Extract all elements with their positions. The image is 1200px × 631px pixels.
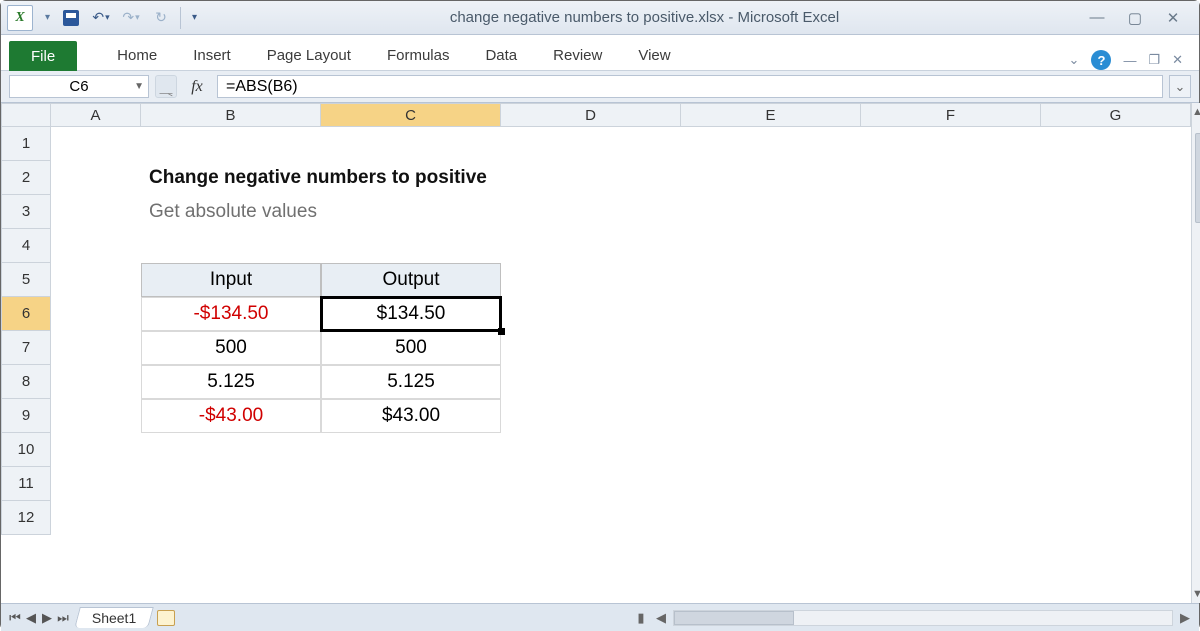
cell-subtitle[interactable]: Get absolute values bbox=[141, 195, 321, 229]
row-header-9[interactable]: 9 bbox=[1, 399, 51, 433]
ribbon-tab-view[interactable]: View bbox=[620, 40, 688, 70]
window-title: change negative numbers to positive.xlsx… bbox=[202, 9, 1087, 26]
fill-handle[interactable] bbox=[498, 328, 505, 335]
vertical-scrollbar[interactable]: ▲ ▼ bbox=[1191, 103, 1200, 603]
maximize-button[interactable]: ▢ bbox=[1125, 8, 1145, 28]
sheet-tab-label: Sheet1 bbox=[92, 610, 136, 626]
col-header-a[interactable]: A bbox=[51, 103, 141, 127]
cell-header-input[interactable]: Input bbox=[141, 263, 321, 297]
horizontal-scroll-thumb[interactable] bbox=[674, 611, 794, 625]
ribbon-tab-review[interactable]: Review bbox=[535, 40, 620, 70]
col-header-f[interactable]: F bbox=[861, 103, 1041, 127]
row-header-7[interactable]: 7 bbox=[1, 331, 51, 365]
scroll-up-icon[interactable]: ▲ bbox=[1192, 103, 1200, 121]
col-header-c[interactable]: C bbox=[321, 103, 501, 127]
horizontal-scrollbar[interactable]: ▮ ◀ ▶ bbox=[633, 610, 1193, 626]
sheet-nav-last-icon[interactable]: ⏭ bbox=[55, 610, 71, 626]
sheet-grid[interactable]: A B C D E F G 1 2 Change negative numbers… bbox=[1, 103, 1191, 603]
cell-header-output[interactable]: Output bbox=[321, 263, 501, 297]
formula-bar: C6 ▼ ⸑ fx =ABS(B6) ⌄ bbox=[1, 71, 1199, 103]
row-header-4[interactable]: 4 bbox=[1, 229, 51, 263]
cell-title[interactable]: Change negative numbers to positive bbox=[141, 161, 321, 195]
name-box-value: C6 bbox=[69, 78, 88, 95]
workbook-minimize-icon[interactable]: ― bbox=[1123, 53, 1136, 68]
row-header-5[interactable]: 5 bbox=[1, 263, 51, 297]
name-box-dropdown-icon[interactable]: ▼ bbox=[134, 81, 144, 92]
formula-text: =ABS(B6) bbox=[226, 78, 298, 96]
row-header-10[interactable]: 10 bbox=[1, 433, 51, 467]
select-all-corner[interactable] bbox=[1, 103, 51, 127]
save-icon bbox=[63, 10, 79, 26]
horizontal-scroll-track[interactable] bbox=[673, 610, 1173, 626]
ribbon-tab-formulas[interactable]: Formulas bbox=[369, 40, 468, 70]
undo-button[interactable]: ↶▾ bbox=[90, 7, 112, 29]
app-menu-chevron-icon[interactable]: ▾ bbox=[45, 12, 50, 23]
quick-access-toolbar: ↶▾ ↷▾ ↻ ▾ bbox=[60, 7, 202, 29]
file-tab[interactable]: File bbox=[9, 41, 77, 71]
ribbon: File Home Insert Page Layout Formulas Da… bbox=[1, 35, 1199, 71]
qat-customize-icon[interactable]: ▾ bbox=[180, 7, 202, 29]
vertical-scroll-thumb[interactable] bbox=[1195, 133, 1200, 223]
split-handle-icon[interactable]: ▮ bbox=[633, 610, 649, 626]
minimize-button[interactable]: ― bbox=[1087, 8, 1107, 28]
col-header-g[interactable]: G bbox=[1041, 103, 1191, 127]
cell-c6[interactable]: $134.50 bbox=[321, 297, 501, 331]
ribbon-minimize-chevron-icon[interactable]: ⌄ bbox=[1069, 52, 1080, 68]
row-header-11[interactable]: 11 bbox=[1, 467, 51, 501]
ribbon-tab-insert[interactable]: Insert bbox=[175, 40, 249, 70]
new-sheet-button[interactable] bbox=[157, 610, 175, 626]
file-tab-label: File bbox=[31, 48, 55, 65]
redo-button[interactable]: ↷▾ bbox=[120, 7, 142, 29]
worksheet-area: A B C D E F G 1 2 Change negative numbers… bbox=[1, 103, 1199, 603]
row-header-8[interactable]: 8 bbox=[1, 365, 51, 399]
cell-c7[interactable]: 500 bbox=[321, 331, 501, 365]
sheet-tab-active[interactable]: Sheet1 bbox=[74, 607, 154, 628]
cell-c8[interactable]: 5.125 bbox=[321, 365, 501, 399]
cancel-formula-icon[interactable]: ⸑ bbox=[155, 75, 177, 98]
ribbon-tab-home[interactable]: Home bbox=[99, 40, 175, 70]
row-header-6[interactable]: 6 bbox=[1, 297, 51, 331]
sheet-nav-next-icon[interactable]: ▶ bbox=[39, 610, 55, 626]
row-header-3[interactable]: 3 bbox=[1, 195, 51, 229]
close-button[interactable]: ✕ bbox=[1163, 8, 1183, 28]
row-header-12[interactable]: 12 bbox=[1, 501, 51, 535]
cell-c9[interactable]: $43.00 bbox=[321, 399, 501, 433]
scroll-right-icon[interactable]: ▶ bbox=[1177, 610, 1193, 626]
col-header-b[interactable]: B bbox=[141, 103, 321, 127]
column-headers: A B C D E F G bbox=[1, 103, 1191, 127]
workbook-restore-icon[interactable]: ❐ bbox=[1148, 52, 1160, 68]
sheet-nav-prev-icon[interactable]: ◀ bbox=[23, 610, 39, 626]
excel-app-icon[interactable]: X bbox=[7, 5, 33, 31]
refresh-button[interactable]: ↻ bbox=[150, 7, 172, 29]
sheet-nav-first-icon[interactable]: ⏮ bbox=[7, 610, 23, 626]
name-box[interactable]: C6 ▼ bbox=[9, 75, 149, 98]
ribbon-tab-data[interactable]: Data bbox=[467, 40, 535, 70]
row-header-1[interactable]: 1 bbox=[1, 127, 51, 161]
help-button[interactable]: ? bbox=[1091, 50, 1111, 70]
col-header-d[interactable]: D bbox=[501, 103, 681, 127]
title-bar: X ▾ ↶▾ ↷▾ ↻ ▾ change negative numbers to… bbox=[1, 1, 1199, 35]
status-bar: ⏮ ◀ ▶ ⏭ Sheet1 ▮ ◀ ▶ bbox=[1, 603, 1199, 631]
fx-icon[interactable]: fx bbox=[183, 75, 211, 98]
col-header-e[interactable]: E bbox=[681, 103, 861, 127]
ribbon-tab-page-layout[interactable]: Page Layout bbox=[249, 40, 369, 70]
scroll-down-icon[interactable]: ▼ bbox=[1192, 585, 1200, 603]
scroll-left-icon[interactable]: ◀ bbox=[653, 610, 669, 626]
cell-b6[interactable]: -$134.50 bbox=[141, 297, 321, 331]
formula-input[interactable]: =ABS(B6) bbox=[217, 75, 1163, 98]
cell-b7[interactable]: 500 bbox=[141, 331, 321, 365]
workbook-close-icon[interactable]: ✕ bbox=[1172, 52, 1183, 68]
save-button[interactable] bbox=[60, 7, 82, 29]
row-header-2[interactable]: 2 bbox=[1, 161, 51, 195]
cell-b8[interactable]: 5.125 bbox=[141, 365, 321, 399]
expand-formula-bar-icon[interactable]: ⌄ bbox=[1169, 75, 1191, 98]
cell-b9[interactable]: -$43.00 bbox=[141, 399, 321, 433]
